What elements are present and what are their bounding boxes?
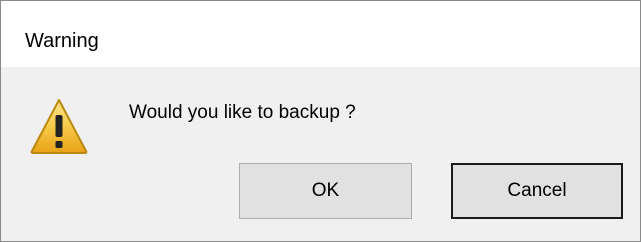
warning-icon (30, 99, 88, 154)
dialog-title-bar[interactable]: Warning (1, 1, 640, 67)
dialog-message: Would you like to backup ? (129, 102, 356, 123)
ok-button[interactable]: OK (239, 163, 412, 219)
warning-dialog: Warning Would you like to backup ? OK Ca… (0, 0, 641, 242)
cancel-button[interactable]: Cancel (451, 163, 623, 219)
dialog-title: Warning (25, 30, 99, 52)
